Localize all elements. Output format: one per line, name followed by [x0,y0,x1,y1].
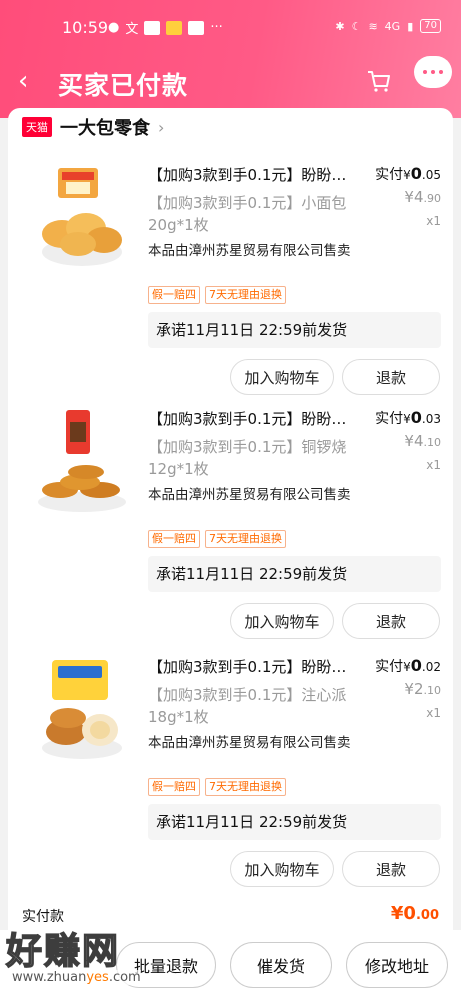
add-to-cart-button[interactable]: 加入购物车 [230,851,334,887]
mail-icon [188,20,205,35]
page-title: 买家已付款 [58,71,189,100]
seller-note: 本品由漳州苏星贸易有限公司售卖 [148,735,351,751]
chevron-right-icon: › [158,117,165,137]
order-item: 【加购3款到手0.1元】盼盼… 【加购3款到手0.1元】铜锣烧12g*1枚 本品… [8,408,453,655]
product-spec: 【加购3款到手0.1元】小面包20g*1枚 [148,194,347,234]
service-tags: 假一赔四 7天无理由退换 [148,778,286,796]
paid-price: 实付¥0.02 [375,656,441,675]
product-title[interactable]: 【加购3款到手0.1元】盼盼… [148,164,360,186]
original-price: ¥4.90 [404,188,441,206]
header-bar: 10:59 ● 文 ··· ✱ ☾ ≋ 4G ▮ 70 ‹ 买家已付款 [0,0,461,118]
signal-icon: ▮ [407,19,414,33]
refund-button[interactable]: 退款 [342,359,440,395]
shipping-promise: 承诺11月11日 22:59前发货 [148,312,441,348]
redpacket-icon [166,20,183,35]
product-spec: 【加购3款到手0.1元】注心派18g*1枚 [148,686,347,726]
quantity: x1 [426,214,441,228]
battery-icon: 70 [420,19,441,33]
service-tags: 假一赔四 7天无理由退换 [148,530,286,548]
tag-fake-compensation: 假一赔四 [148,530,200,548]
seller-note: 本品由漳州苏星贸易有限公司售卖 [148,243,351,259]
product-title[interactable]: 【加购3款到手0.1元】盼盼… [148,408,360,430]
status-system-icons: ✱ ☾ ≋ 4G ▮ 70 [335,19,441,33]
order-card: 天猫 一大包零食 › 【加购3款到手0.1元】盼盼… 【加购3款到手0.1元】小… [8,108,453,938]
tag-7day-return: 7天无理由退换 [205,286,286,304]
bluetooth-icon: ✱ [335,19,345,33]
original-price: ¥4.10 [404,432,441,450]
paid-price: 实付¥0.05 [375,164,441,183]
paid-label: 实付款 [22,909,64,925]
product-spec: 【加购3款到手0.1元】铜锣烧12g*1枚 [148,438,347,478]
shipping-promise: 承诺11月11日 22:59前发货 [148,556,441,592]
original-price: ¥2.10 [404,680,441,698]
more-notifications-icon: ··· [210,20,223,35]
wifi-icon: ≋ [368,19,378,33]
bottom-action-bar: 批量退款 催发货 修改地址 [0,930,461,1000]
tag-7day-return: 7天无理由退换 [205,530,286,548]
urge-shipping-button[interactable]: 催发货 [230,942,332,988]
product-image-custard-pie[interactable] [36,656,128,764]
back-button[interactable]: ‹ [18,66,28,96]
status-notification-icons: ● 文 ··· [108,18,223,37]
add-to-cart-button[interactable]: 加入购物车 [230,603,334,639]
quantity: x1 [426,706,441,720]
tag-fake-compensation: 假一赔四 [148,286,200,304]
refund-button[interactable]: 退款 [342,851,440,887]
store-header[interactable]: 天猫 一大包零食 › [22,114,164,140]
nav-bar: ‹ 买家已付款 [0,52,461,112]
add-to-cart-button[interactable]: 加入购物车 [230,359,334,395]
tmall-badge: 天猫 [22,117,52,137]
cart-icon[interactable] [366,68,392,94]
store-name: 一大包零食 [60,118,150,139]
order-item: 【加购3款到手0.1元】盼盼… 【加购3款到手0.1元】注心派18g*1枚 本品… [8,656,453,903]
quantity: x1 [426,458,441,472]
seller-note: 本品由漳州苏星贸易有限公司售卖 [148,487,351,503]
paid-price: 实付¥0.03 [375,408,441,427]
batch-refund-button[interactable]: 批量退款 [116,942,216,988]
product-image-bread[interactable] [36,164,128,272]
service-tags: 假一赔四 7天无理由退换 [148,286,286,304]
status-time: 10:59 [62,18,109,37]
more-menu-icon[interactable] [414,56,452,88]
status-bar: 10:59 ● 文 ··· ✱ ☾ ≋ 4G ▮ 70 [0,0,461,52]
shipping-promise: 承诺11月11日 22:59前发货 [148,804,441,840]
wechat-icon: ● [108,20,120,35]
moon-icon: ☾ [351,19,362,33]
paid-amount: ¥0.00 [390,903,439,924]
tag-7day-return: 7天无理由退换 [205,778,286,796]
order-item: 【加购3款到手0.1元】盼盼… 【加购3款到手0.1元】小面包20g*1枚 本品… [8,164,453,411]
product-title[interactable]: 【加购3款到手0.1元】盼盼… [148,656,360,678]
product-image-dorayaki[interactable] [36,408,128,516]
change-address-button[interactable]: 修改地址 [346,942,448,988]
refund-button[interactable]: 退款 [342,603,440,639]
taobao-icon [144,20,161,35]
signal-label: 4G [384,19,401,33]
tag-fake-compensation: 假一赔四 [148,778,200,796]
text-icon: 文 [125,22,139,37]
